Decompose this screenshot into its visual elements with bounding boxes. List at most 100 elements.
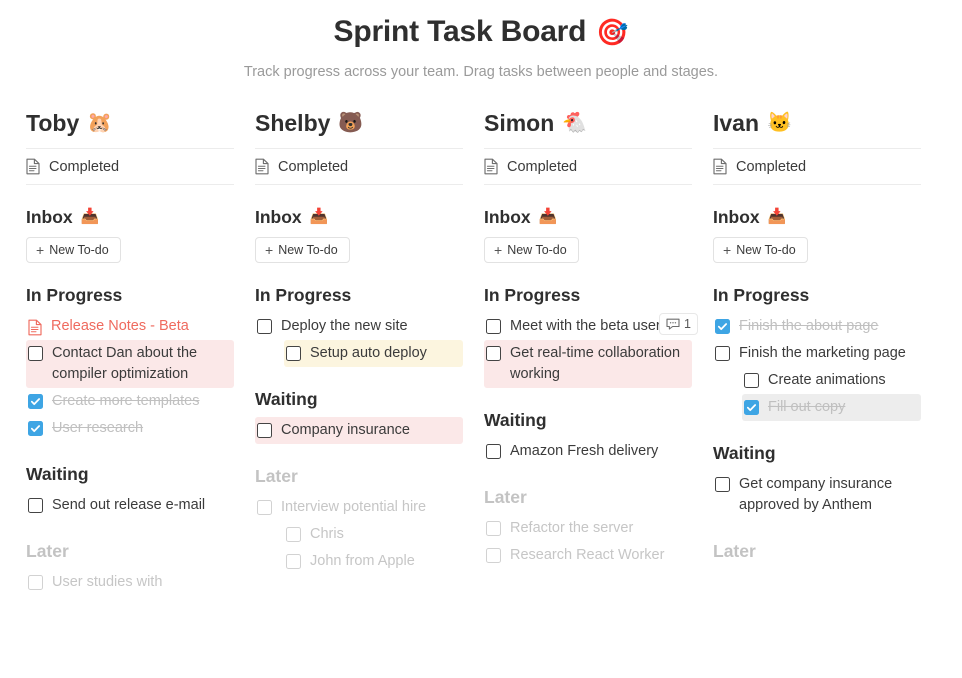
task-row[interactable]: Create animations [742, 367, 921, 394]
inbox-label: Inbox [26, 207, 73, 227]
new-todo-label: New To-do [49, 243, 109, 257]
task-row[interactable]: John from Apple [284, 548, 463, 575]
task-row[interactable]: Refactor the server [484, 515, 692, 542]
section-in-progress: In Progress Release Notes - Beta Contact D… [26, 283, 234, 442]
checkbox-unchecked[interactable] [257, 500, 272, 515]
section-title: Later [713, 541, 756, 561]
owner-avatar-emoji: 🐔 [562, 112, 588, 134]
column-owner-name: Ivan [713, 110, 760, 136]
task-row[interactable]: Finish the about page [713, 313, 921, 340]
task-label: Research React Worker [510, 547, 665, 563]
document-icon [255, 158, 269, 175]
completed-link[interactable]: Completed [484, 148, 692, 185]
checkbox-unchecked[interactable] [257, 319, 272, 334]
completed-link[interactable]: Completed [255, 148, 463, 185]
new-todo-label: New To-do [507, 243, 567, 257]
task-label: User research [52, 420, 144, 436]
board-column: Simon 🐔 Completed Inbox 📥 + New To-do In Progre… [484, 108, 713, 569]
section-title-inbox: Inbox 📥 [713, 205, 921, 229]
checkbox-unchecked[interactable] [486, 548, 501, 563]
column-header-shelby: Shelby 🐻 [255, 108, 463, 148]
task-row[interactable]: User studies with [26, 569, 234, 596]
task-board-page: Sprint Task Board 🎯 Track progress acros… [0, 0, 962, 678]
completed-link[interactable]: Completed [713, 148, 921, 185]
inbox-tray-icon: 📥 [309, 208, 329, 225]
new-todo-label: New To-do [736, 243, 796, 257]
plus-icon: + [494, 242, 503, 258]
checkbox-checked[interactable] [744, 400, 759, 415]
task-row[interactable]: Create more templates [26, 388, 234, 415]
checkbox-checked[interactable] [28, 421, 43, 436]
task-row[interactable]: Interview potential hire [255, 494, 463, 521]
new-todo-button[interactable]: + New To-do [255, 237, 350, 263]
task-label: Create more templates [52, 393, 200, 409]
task-row[interactable]: Finish the marketing page [713, 340, 921, 367]
task-row[interactable]: Amazon Fresh delivery [484, 438, 692, 465]
plus-icon: + [265, 242, 274, 258]
new-todo-button[interactable]: + New To-do [713, 237, 808, 263]
checkbox-unchecked[interactable] [286, 554, 301, 569]
checkbox-unchecked[interactable] [486, 346, 501, 361]
section-in-progress: In Progress Meet with the beta users 1 Get … [484, 283, 698, 388]
new-todo-button[interactable]: + New To-do [484, 237, 579, 263]
task-label: Contact Dan about the compiler optimizat… [52, 345, 198, 382]
inbox-tray-icon: 📥 [767, 208, 787, 225]
task-row[interactable]: Deploy the new site [255, 313, 463, 340]
section-in-progress: In Progress Finish the about page Finish t… [713, 283, 921, 421]
task-label: Release Notes - Beta [51, 318, 189, 334]
task-row[interactable]: Chris [284, 521, 463, 548]
new-todo-button[interactable]: + New To-do [26, 237, 121, 263]
completed-link[interactable]: Completed [26, 148, 234, 185]
page-subtitle: Track progress across your team. Drag ta… [243, 64, 719, 80]
board-column: Ivan 🐱 Completed Inbox 📥 + New To-do In Progres… [713, 108, 942, 569]
task-row[interactable]: User research [26, 415, 234, 442]
page-title: Sprint Task Board 🎯 [0, 12, 962, 52]
inbox-tray-icon: 📥 [80, 208, 100, 225]
task-row[interactable]: Setup auto deploy [284, 340, 463, 367]
document-icon [484, 158, 498, 175]
column-header-ivan: Ivan 🐱 [713, 108, 921, 148]
task-label: Interview potential hire [281, 499, 427, 515]
task-row[interactable]: Meet with the beta users 1 [484, 313, 698, 340]
checkbox-unchecked[interactable] [486, 319, 501, 334]
section-title: In Progress [26, 285, 123, 305]
checkbox-checked[interactable] [715, 319, 730, 334]
completed-label: Completed [507, 158, 578, 175]
task-row[interactable]: Get company insurance approved by Anthem [713, 471, 921, 519]
task-row[interactable]: Company insurance [255, 417, 463, 444]
owner-avatar-emoji: 🐱 [767, 112, 792, 134]
column-owner-name: Simon [484, 110, 555, 136]
checkbox-unchecked[interactable] [28, 575, 43, 590]
checkbox-unchecked[interactable] [286, 346, 301, 361]
task-row[interactable]: Research React Worker [484, 542, 692, 569]
task-row[interactable]: Contact Dan about the compiler optimizat… [26, 340, 234, 388]
checkbox-unchecked[interactable] [486, 521, 501, 536]
checkbox-unchecked[interactable] [744, 373, 759, 388]
inbox-section: Inbox 📥 + New To-do [255, 205, 463, 263]
checkbox-unchecked[interactable] [715, 477, 730, 492]
checkbox-unchecked[interactable] [286, 527, 301, 542]
checkbox-unchecked[interactable] [715, 346, 730, 361]
task-label: Fill out copy [768, 399, 846, 415]
section-title: In Progress [713, 285, 810, 305]
completed-label: Completed [278, 158, 349, 175]
section-title: Later [255, 466, 298, 486]
page-title-text: Sprint Task Board [333, 15, 587, 48]
task-row[interactable]: Fill out copy [742, 394, 921, 421]
task-label: Finish the marketing page [739, 345, 906, 361]
comment-bubble-icon [666, 318, 680, 330]
checkbox-unchecked[interactable] [486, 444, 501, 459]
inbox-label: Inbox [484, 207, 531, 227]
task-link-row[interactable]: Release Notes - Beta [26, 313, 234, 340]
checkbox-checked[interactable] [28, 394, 43, 409]
section-waiting: Waiting Amazon Fresh delivery [484, 408, 692, 465]
checkbox-unchecked[interactable] [28, 498, 43, 513]
task-row[interactable]: Get real-time collaboration working [484, 340, 692, 388]
checkbox-unchecked[interactable] [28, 346, 43, 361]
plus-icon: + [36, 242, 45, 258]
task-row[interactable]: Send out release e-mail [26, 492, 234, 519]
checkbox-unchecked[interactable] [257, 423, 272, 438]
task-label: Deploy the new site [281, 318, 408, 334]
comment-count: 1 [684, 317, 691, 331]
comment-count-badge[interactable]: 1 [659, 313, 698, 335]
